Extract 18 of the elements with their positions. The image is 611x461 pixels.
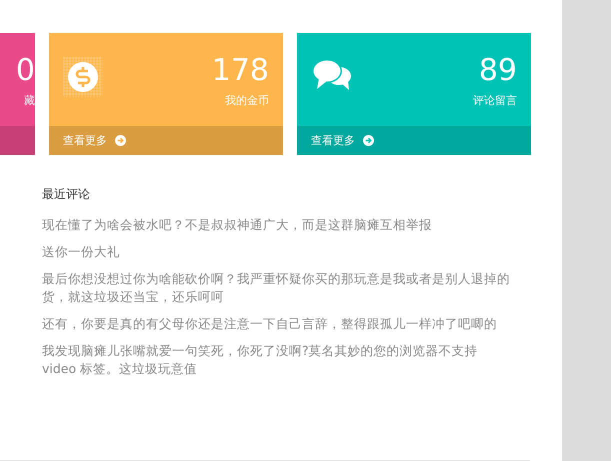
section-title: 最近评论	[42, 186, 91, 203]
view-more-link[interactable]: 查看更多	[311, 133, 355, 148]
comment-text: 我发现脑瘫儿张嘴就爱一句笑死，你死了没啊?莫名其妙的您的浏览器不支持 video 标签。这垃圾玩意值	[42, 342, 479, 378]
arrow-right-icon	[115, 135, 126, 146]
comment-text: 现在懂了为啥会被水吧？不是叔叔神通广大，而是这群脑瘫互相举报	[42, 216, 433, 234]
stat-label: 藏	[24, 94, 35, 108]
arrow-right-icon	[363, 135, 374, 146]
stat-label: 我的金币	[225, 94, 269, 108]
stat-label: 评论留言	[473, 94, 517, 108]
stat-number: 89	[478, 53, 517, 89]
comment-text: 最后你想没想过你为啥能砍价啊？我严重怀疑你买的那玩意是我或者是别人退掉的货，就这垃圾还当宝，还乐呵呵	[42, 270, 511, 306]
comment-text: 还有，你要是真的有父母你还是注意一下自己言辞，整得跟孤儿一样冲了吧唧的	[42, 315, 498, 333]
dollar-coin-icon	[63, 57, 103, 97]
comment-text: 送你一份大礼	[42, 243, 121, 261]
card-footer	[0, 126, 35, 155]
stat-number: 178	[212, 53, 269, 89]
view-more-link[interactable]: 查看更多	[63, 133, 107, 148]
stat-number: 0	[16, 53, 35, 89]
